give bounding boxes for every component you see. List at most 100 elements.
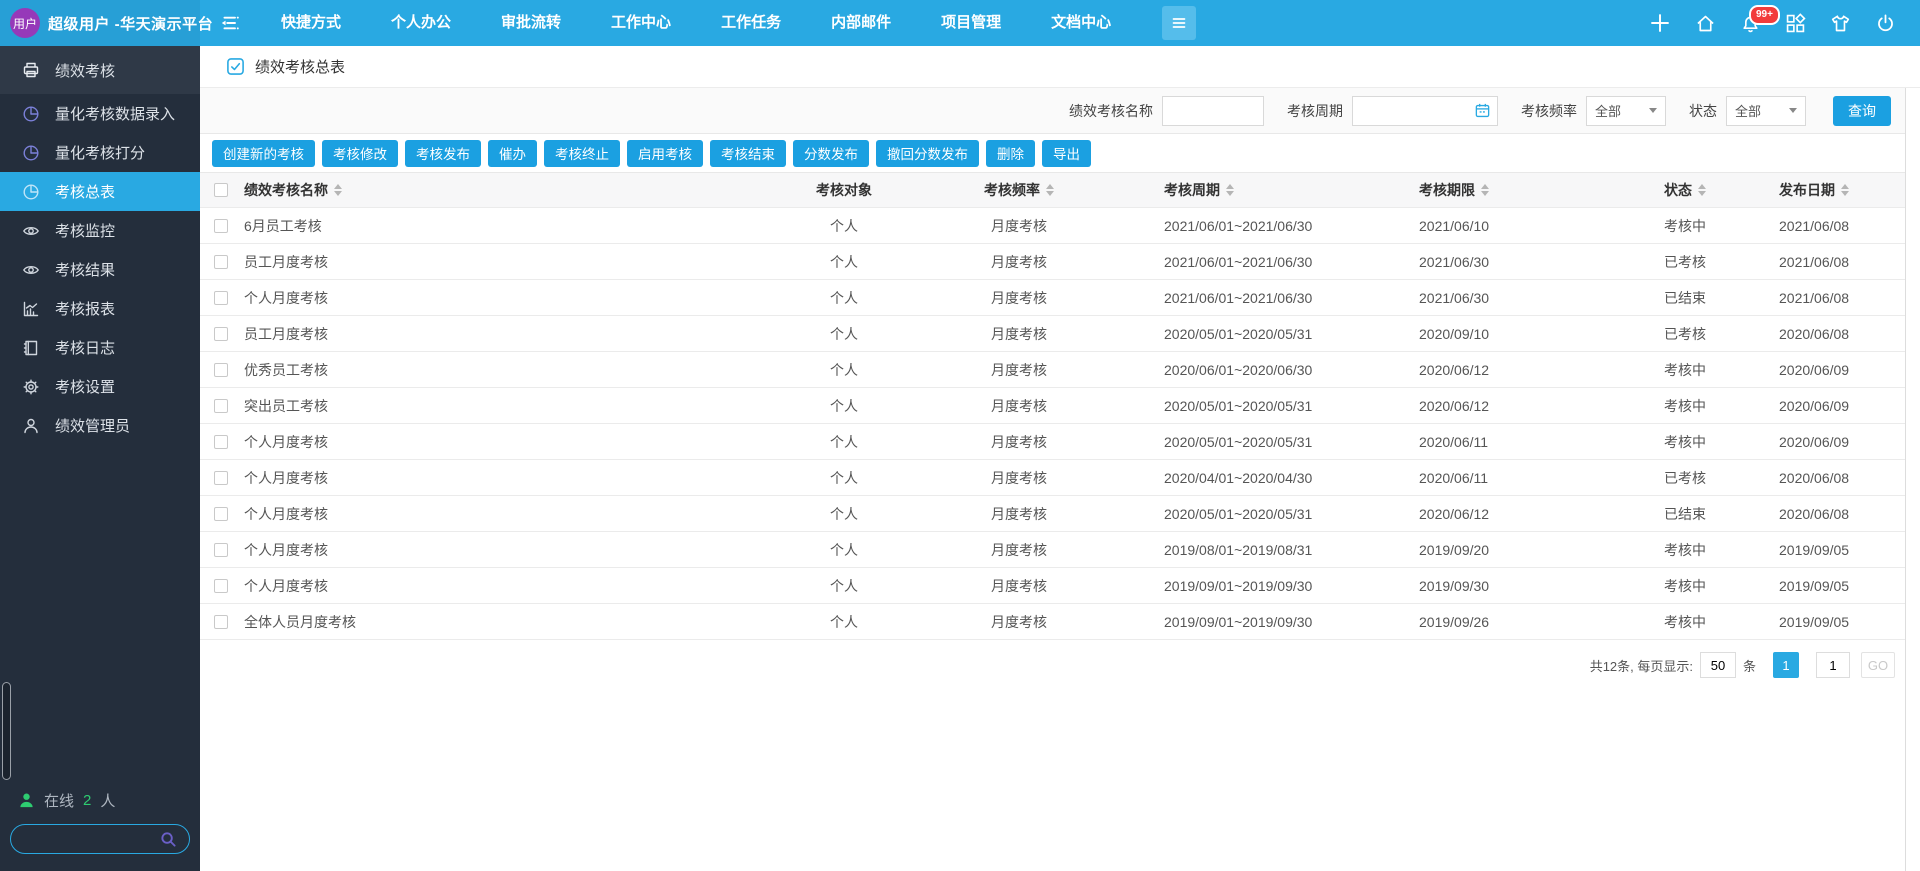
table-row[interactable]: 员工月度考核 个人 月度考核 2021/06/01~2021/06/30 202… [200,244,1905,280]
cell-target: 个人 [830,397,858,414]
toolbar-button[interactable]: 撤回分数发布 [876,139,979,167]
sidebar-scrollbar[interactable] [2,682,11,780]
toolbar-button[interactable]: 导出 [1042,139,1091,167]
row-checkbox[interactable] [214,254,228,269]
menu-fold-icon[interactable] [220,13,240,33]
sidebar-item[interactable]: 考核监控 [0,211,200,250]
sidebar-item[interactable]: 考核报表 [0,289,200,328]
row-checkbox[interactable] [214,434,228,449]
topbar-menu-item[interactable]: 文档中心 [1026,0,1136,46]
toolbar-button[interactable]: 催办 [488,139,537,167]
column-header[interactable]: 考核周期 [1134,173,1389,207]
cell-status: 已考核 [1664,325,1706,342]
sidebar-item[interactable]: 考核日志 [0,328,200,367]
go-button[interactable]: GO [1861,652,1895,678]
filter-name-label: 绩效考核名称 [1069,102,1153,119]
table-row[interactable]: 6月员工考核 个人 月度考核 2021/06/01~2021/06/30 202… [200,208,1905,244]
sort-icon[interactable] [1841,184,1849,196]
select-all-checkbox[interactable] [214,183,228,197]
toolbar-button[interactable]: 创建新的考核 [212,139,315,167]
table-row[interactable]: 个人月度考核 个人 月度考核 2019/09/01~2019/09/30 201… [200,568,1905,604]
search-icon[interactable] [160,831,177,848]
sort-icon[interactable] [1046,184,1054,196]
scrollbar-gutter[interactable] [1905,88,1920,871]
table-row[interactable]: 个人月度考核 个人 月度考核 2021/06/01~2021/06/30 202… [200,280,1905,316]
topbar-menu-item[interactable]: 内部邮件 [806,0,916,46]
table-row[interactable]: 个人月度考核 个人 月度考核 2020/05/01~2020/05/31 202… [200,496,1905,532]
calendar-icon[interactable] [1474,102,1491,119]
toolbar-button[interactable]: 考核终止 [544,139,620,167]
filter-period-field[interactable] [1352,95,1498,126]
filter-status-select[interactable]: 全部 [1726,95,1806,126]
toolbar-button[interactable]: 考核结束 [710,139,786,167]
row-checkbox[interactable] [214,362,228,377]
column-header[interactable]: 绩效考核名称 [244,173,784,207]
user-avatar[interactable]: 用户 [10,8,40,38]
toolbar-button[interactable]: 分数发布 [793,139,869,167]
toolbar-button[interactable]: 考核修改 [322,139,398,167]
sort-icon[interactable] [1698,184,1706,196]
toolbar-button[interactable]: 考核发布 [405,139,481,167]
column-header[interactable]: 考核对象 [784,173,904,207]
sidebar-item[interactable]: 考核设置 [0,367,200,406]
row-checkbox[interactable] [214,470,228,485]
add-icon[interactable] [1649,12,1671,34]
sort-icon[interactable] [334,184,342,196]
theme-shirt-icon[interactable] [1830,13,1851,34]
topbar-menu-item[interactable]: 个人办公 [366,0,476,46]
sidebar-search-input[interactable] [23,831,160,847]
power-icon[interactable] [1875,13,1896,34]
filter-frequency-select[interactable]: 全部 [1586,95,1666,126]
row-checkbox[interactable] [214,290,228,305]
column-header[interactable]: 发布日期 [1779,173,1905,207]
filter-period-input[interactable] [1359,103,1474,118]
search-button[interactable]: 查询 [1833,95,1891,126]
eye-icon [22,261,42,279]
goto-page-input[interactable] [1816,652,1850,678]
filter-name-input[interactable] [1162,95,1264,126]
table-row[interactable]: 个人月度考核 个人 月度考核 2020/04/01~2020/04/30 202… [200,460,1905,496]
topbar-menu-item[interactable]: 项目管理 [916,0,1026,46]
table-row[interactable]: 个人月度考核 个人 月度考核 2020/05/01~2020/05/31 202… [200,424,1905,460]
table-row[interactable]: 优秀员工考核 个人 月度考核 2020/06/01~2020/06/30 202… [200,352,1905,388]
sidebar-item[interactable]: 考核总表 [0,172,200,211]
sidebar-item[interactable]: 考核结果 [0,250,200,289]
table-row[interactable]: 个人月度考核 个人 月度考核 2019/08/01~2019/08/31 201… [200,532,1905,568]
row-checkbox[interactable] [214,578,228,593]
notifications-bell-icon[interactable]: 99+ [1740,4,1780,34]
sidebar-item[interactable]: 绩效管理员 [0,406,200,445]
sidebar-item[interactable]: 量化考核打分 [0,133,200,172]
sort-icon[interactable] [1481,184,1489,196]
row-checkbox[interactable] [214,218,228,233]
cell-status: 考核中 [1664,433,1706,450]
column-header[interactable]: 考核频率 [904,173,1134,207]
current-page-button[interactable]: 1 [1773,652,1799,678]
row-checkbox[interactable] [214,326,228,341]
sidebar-item[interactable]: 量化考核数据录入 [0,94,200,133]
sort-icon[interactable] [1226,184,1234,196]
row-checkbox[interactable] [214,506,228,521]
topbar-menu-item[interactable]: 工作中心 [586,0,696,46]
notification-badge: 99+ [1749,4,1780,25]
assessment-table: 绩效考核名称 考核对象 考核频率 考核周期 考核期限 状态 发布日期 6月员工考核 个人 月… [200,172,1905,640]
topbar-menu-item[interactable]: 工作任务 [696,0,806,46]
row-checkbox[interactable] [214,398,228,413]
topbar-menu-item[interactable]: 审批流转 [476,0,586,46]
toolbar-button[interactable]: 删除 [986,139,1035,167]
table-row[interactable]: 员工月度考核 个人 月度考核 2020/05/01~2020/05/31 202… [200,316,1905,352]
filter-frequency-value: 全部 [1595,104,1622,119]
apps-grid-icon[interactable] [1785,12,1806,34]
table-row[interactable]: 全体人员月度考核 个人 月度考核 2019/09/01~2019/09/30 2… [200,604,1905,640]
table-row[interactable]: 突出员工考核 个人 月度考核 2020/05/01~2020/05/31 202… [200,388,1905,424]
cell-target: 个人 [830,253,858,270]
row-checkbox[interactable] [214,614,228,629]
home-icon[interactable] [1695,13,1716,34]
topbar-menu-item[interactable]: 快捷方式 [256,0,366,46]
row-checkbox[interactable] [214,542,228,557]
sidebar-item[interactable]: 绩效考核 [0,46,200,94]
column-header[interactable]: 状态 [1644,173,1779,207]
page-size-input[interactable] [1699,652,1736,678]
column-header[interactable]: 考核期限 [1389,173,1644,207]
toolbar-button[interactable]: 启用考核 [627,139,703,167]
more-apps-button[interactable] [1162,6,1197,40]
